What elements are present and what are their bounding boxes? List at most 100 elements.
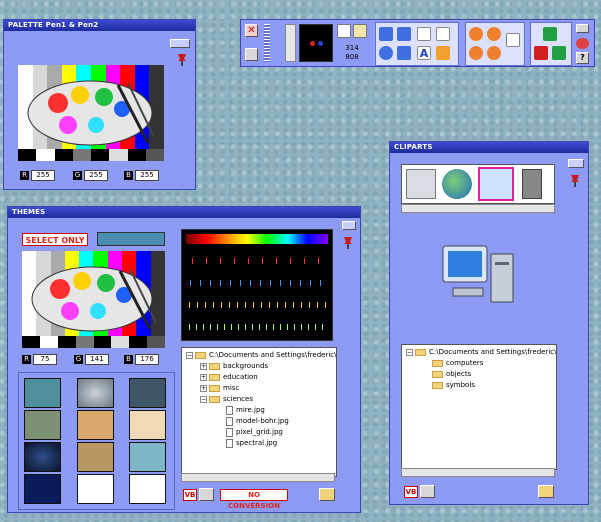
cliparts-open-folder-icon[interactable] — [538, 485, 554, 498]
file-icon — [226, 438, 233, 448]
rotate-icon[interactable] — [543, 27, 557, 41]
eraser-tool-icon[interactable] — [436, 46, 450, 60]
texture-thumb[interactable] — [77, 442, 114, 472]
themes-folder-tree[interactable]: − C:\Documents and Settings\frederic\ + ba… — [181, 347, 337, 477]
pointer-tool-icon[interactable] — [436, 27, 450, 41]
tree-folder-item[interactable]: + misc — [200, 383, 239, 393]
rectangle-tool-icon[interactable] — [397, 46, 411, 60]
texture-thumb[interactable] — [24, 378, 61, 408]
screenshot-icon[interactable] — [245, 48, 258, 61]
drag-handle[interactable] — [264, 24, 270, 62]
paint-palette-icon — [27, 80, 155, 146]
cliparts-collapse-button[interactable] — [568, 159, 584, 168]
floppy-disk-icon[interactable] — [406, 169, 436, 199]
paint-palette-icon — [31, 266, 157, 332]
tree-folder-item[interactable]: + education — [200, 372, 258, 382]
user-icon[interactable] — [199, 488, 214, 501]
no-conversion-button[interactable]: NO CONVERSION — [220, 489, 288, 510]
people-icon[interactable] — [534, 46, 548, 60]
selected-clipart-computer-icon — [439, 242, 519, 312]
brush-icon[interactable] — [353, 24, 367, 38]
folder-icon — [432, 359, 443, 367]
folder-icon — [195, 351, 206, 359]
cliparts-window: CLIPARTS − C:\Documents and Settings\fred… — [389, 141, 589, 505]
folder-icon — [415, 348, 426, 356]
cliparts-user-icon[interactable] — [420, 485, 435, 498]
palette-g-field[interactable]: G 255 — [73, 170, 108, 181]
tree-folder-item[interactable]: + backgrounds — [200, 361, 268, 371]
themes-pin-icon[interactable] — [342, 235, 354, 249]
tree-root: C:\Documents and Settings\frederic\ — [209, 351, 337, 359]
counter-top: 314 — [345, 44, 359, 52]
select-only-button[interactable]: SELECT ONLY — [22, 233, 88, 246]
themes-g-field[interactable]: G 141 — [74, 354, 109, 365]
counter-bottom: 808 — [345, 53, 359, 61]
globe-icon[interactable] — [442, 169, 472, 199]
line-tool-icon[interactable] — [379, 27, 393, 41]
palette-b-field[interactable]: B 255 — [124, 170, 159, 181]
selected-color-swatch — [97, 232, 165, 246]
text-size-tool-icon[interactable] — [417, 27, 431, 41]
text-tool-icon[interactable]: A — [417, 46, 431, 60]
themes-vb-button[interactable]: VB — [183, 489, 197, 501]
themes-r-field[interactable]: R 75 — [22, 354, 57, 365]
tree-file-item[interactable]: model-bohr.jpg — [226, 416, 289, 426]
percent-grid-thumb[interactable] — [24, 474, 61, 504]
tree-file-item[interactable]: pixel_grid.jpg — [226, 427, 283, 437]
themes-window: THEMES SELECT ONLY R 75 G 141 B 176 − C:… — [7, 206, 361, 513]
texture-thumb[interactable] — [129, 378, 166, 408]
minimize-toolbar-icon[interactable] — [576, 24, 589, 33]
help-icon[interactable]: ? — [576, 52, 589, 64]
palette-r-field[interactable]: R 255 — [20, 170, 55, 181]
texture-thumb[interactable] — [77, 410, 114, 440]
people-group-icon[interactable] — [552, 46, 566, 60]
server-icon[interactable] — [522, 169, 542, 199]
group-shape-icon[interactable] — [487, 27, 501, 41]
palette-image[interactable] — [18, 65, 164, 161]
tree-folder-item[interactable]: computers — [432, 358, 483, 368]
cliparts-tree-scrollbar[interactable] — [401, 468, 555, 477]
cliparts-pin-icon[interactable] — [569, 173, 581, 187]
open-folder-icon[interactable] — [319, 488, 335, 501]
tree-root: C:\Documents and Settings\frederic\ — [429, 348, 557, 356]
tree-file-item[interactable]: spectral.jpg — [226, 438, 277, 448]
color-picker-icon[interactable] — [337, 24, 351, 38]
cliparts-title: CLIPARTS — [390, 142, 588, 153]
tool-toolbar: ✕ 314 808 A ? — [240, 19, 595, 67]
texture-thumb[interactable] — [129, 442, 166, 472]
correct-incorrect-thumb[interactable] — [77, 474, 114, 504]
zoom-icon[interactable] — [506, 33, 520, 47]
palette-title: PALETTE Pen1 & Pen2 — [4, 20, 195, 31]
cliparts-folder-tree[interactable]: − C:\Documents and Settings\frederic\ com… — [401, 344, 557, 470]
computer-icon[interactable] — [478, 167, 514, 201]
copy-shape-icon[interactable] — [469, 27, 483, 41]
tree-folder-item[interactable]: symbols — [432, 380, 475, 390]
polygon-tool-icon[interactable] — [397, 27, 411, 41]
transform-tools-group — [465, 22, 525, 66]
themes-collapse-button[interactable] — [342, 221, 356, 230]
pin-icon[interactable] — [176, 52, 188, 66]
xyz-axes-thumb[interactable] — [129, 474, 166, 504]
settings-gear-icon[interactable] — [576, 38, 589, 49]
themes-b-field[interactable]: B 176 — [124, 354, 159, 365]
tree-file-item[interactable]: mire.jpg — [226, 405, 265, 415]
themes-palette-image[interactable] — [22, 251, 165, 348]
texture-thumb[interactable] — [129, 410, 166, 440]
ellipse-tool-icon[interactable] — [379, 46, 393, 60]
merge-shape-icon[interactable] — [487, 46, 501, 60]
folder-icon — [209, 373, 220, 381]
cliparts-vb-button[interactable]: VB — [404, 486, 418, 498]
file-icon — [226, 416, 233, 426]
themes-tree-scrollbar[interactable] — [181, 473, 335, 482]
collapse-button[interactable] — [170, 39, 190, 48]
tree-folder-item[interactable]: objects — [432, 369, 471, 379]
texture-thumb[interactable] — [24, 410, 61, 440]
pen-preview — [299, 24, 333, 62]
pen-size-scroller[interactable] — [285, 24, 296, 62]
tree-folder-item[interactable]: − sciences — [200, 394, 253, 404]
close-icon[interactable]: ✕ — [245, 24, 258, 37]
texture-thumb[interactable] — [24, 442, 61, 472]
texture-thumb[interactable] — [77, 378, 114, 408]
clipart-strip-scrollbar[interactable] — [401, 204, 555, 213]
resize-shape-icon[interactable] — [469, 46, 483, 60]
